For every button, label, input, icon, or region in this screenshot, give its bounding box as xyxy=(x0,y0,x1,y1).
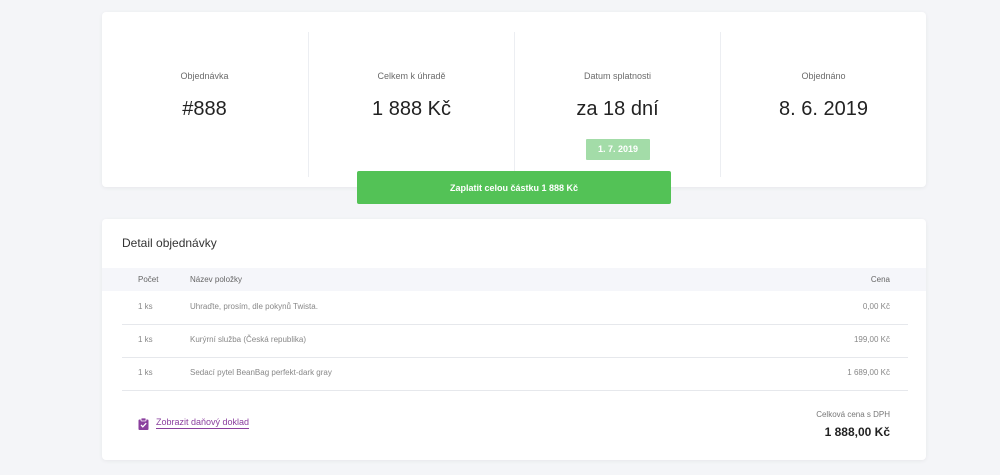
total-with-vat-label: Celková cena s DPH xyxy=(816,410,890,419)
table-row: 1 ks Sedací pytel BeanBag perfekt-dark g… xyxy=(122,357,908,391)
due-date-stat: Datum splatnosti za 18 dní 1. 7. 2019 xyxy=(514,32,720,177)
column-qty-header: Počet xyxy=(138,275,159,284)
table-row: 1 ks Uhraďte, prosím, dle pokynů Twista.… xyxy=(122,291,908,325)
column-name-header: Název položky xyxy=(190,275,243,284)
ordered-date-stat: Objednáno 8. 6. 2019 xyxy=(720,32,926,177)
order-number-label: Objednávka xyxy=(180,71,229,81)
due-date-label: Datum splatnosti xyxy=(583,71,652,81)
view-tax-invoice-label[interactable]: Zobrazit daňový doklad xyxy=(156,417,250,429)
total-due-label: Celkem k úhradě xyxy=(377,71,446,81)
table-header: Počet Název položky Cena xyxy=(102,268,926,291)
total-with-vat-value: 1 888,00 Kč xyxy=(824,425,890,439)
order-number-value: #888 xyxy=(182,98,227,120)
total-due-stat: Celkem k úhradě 1 888 Kč xyxy=(308,32,514,177)
order-number-stat: Objednávka #888 xyxy=(102,32,307,177)
due-date-value: za 18 dní xyxy=(576,98,659,120)
column-price-header: Cena xyxy=(870,275,890,284)
pay-full-amount-button[interactable]: Zaplatit celou částku 1 888 Kč xyxy=(357,171,671,204)
row-name: Uhraďte, prosím, dle pokynů Twista. xyxy=(190,302,318,311)
row-price: 199,00 Kč xyxy=(853,335,890,344)
order-summary-card: Objednávka #888 Celkem k úhradě 1 888 Kč… xyxy=(102,12,926,187)
row-qty: 1 ks xyxy=(138,368,153,377)
row-name: Kurýrní služba (Česká republika) xyxy=(190,335,307,344)
due-date-badge: 1. 7. 2019 xyxy=(586,139,650,160)
row-price: 1 689,00 Kč xyxy=(847,368,890,377)
ordered-date-value: 8. 6. 2019 xyxy=(779,98,868,120)
table-row: 1 ks Kurýrní služba (Česká republika) 19… xyxy=(122,324,908,358)
row-qty: 1 ks xyxy=(138,302,153,311)
order-detail-card: Detail objednávky Počet Název položky Ce… xyxy=(102,219,926,460)
total-due-value: 1 888 Kč xyxy=(372,98,451,120)
view-tax-invoice-link[interactable]: Zobrazit daňový doklad xyxy=(138,417,250,430)
row-price: 0,00 Kč xyxy=(862,302,890,311)
row-qty: 1 ks xyxy=(138,335,153,344)
clipboard-check-icon xyxy=(138,417,149,430)
row-name: Sedací pytel BeanBag perfekt-dark gray xyxy=(190,368,332,377)
ordered-date-label: Objednáno xyxy=(801,71,846,81)
order-detail-title: Detail objednávky xyxy=(122,236,217,250)
